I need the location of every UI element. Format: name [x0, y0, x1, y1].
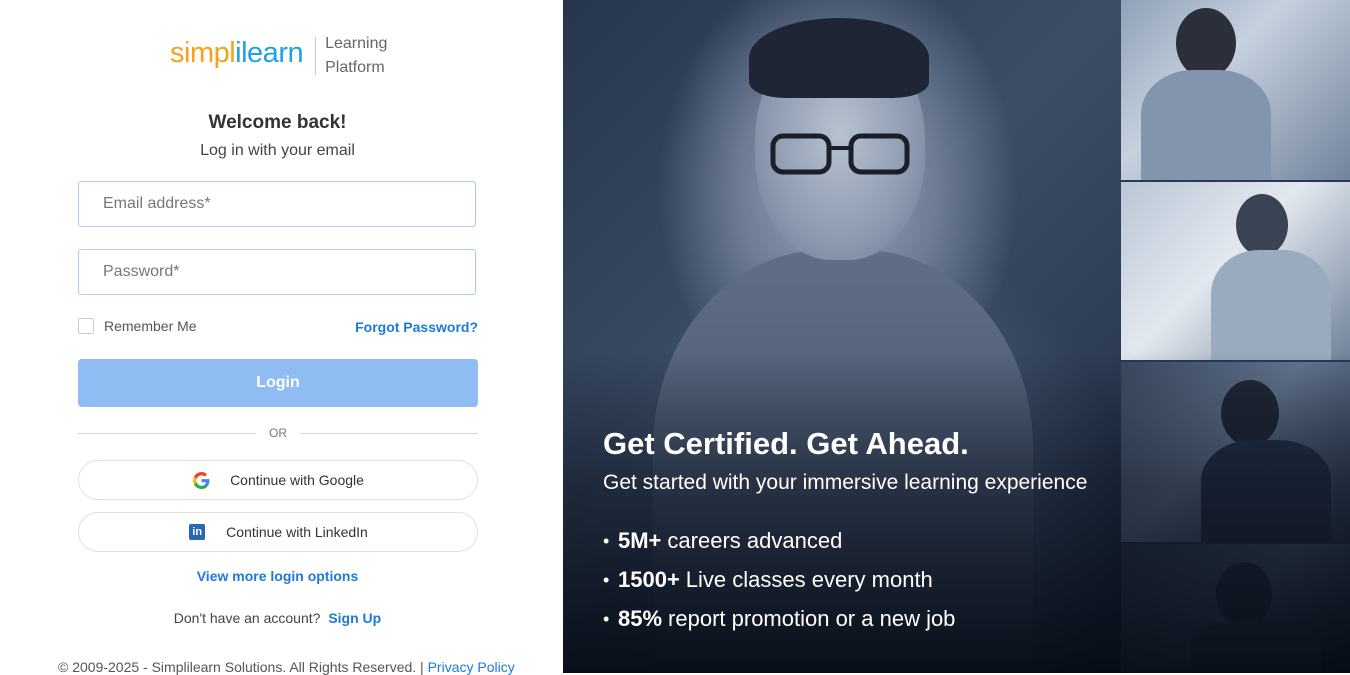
linkedin-icon: in — [188, 523, 206, 541]
sign-up-link[interactable]: Sign Up — [328, 610, 381, 626]
remember-me[interactable]: Remember Me — [78, 318, 197, 334]
stat-text: Live classes every month — [685, 567, 933, 592]
logo-divider — [315, 37, 317, 75]
remember-me-label: Remember Me — [104, 318, 197, 334]
stat-value: 85% — [618, 606, 663, 631]
stat-item: • 1500+ Live classes every month — [603, 566, 955, 605]
or-divider: OR — [78, 426, 478, 442]
logo-wordmark: simplilearn — [170, 37, 304, 69]
stat-value: 5M+ — [618, 528, 662, 553]
stat-item: • 85% report promotion or a new job — [603, 605, 955, 644]
hero-title: Get Certified. Get Ahead. — [603, 426, 969, 461]
hero-subtitle: Get started with your immersive learning… — [603, 471, 1088, 494]
welcome-heading: Welcome back! — [208, 112, 347, 133]
forgot-password-link[interactable]: Forgot Password? — [355, 319, 478, 335]
view-more-login-options-link[interactable]: View more login options — [0, 568, 555, 584]
login-panel: simplilearn Learning Platform Welcome ba… — [0, 0, 563, 675]
login-button[interactable]: Login — [78, 359, 478, 407]
stat-text: report promotion or a new job — [668, 606, 956, 631]
simplilearn-logo[interactable]: simplilearn Learning Platform — [170, 34, 387, 78]
logo-subtitle: Learning Platform — [325, 35, 388, 76]
hero-stats-list: • 5M+ careers advanced • 1500+ Live clas… — [603, 527, 955, 644]
remember-me-checkbox[interactable] — [78, 318, 94, 334]
continue-with-linkedin-button[interactable]: in Continue with LinkedIn — [78, 512, 478, 552]
stat-item: • 5M+ careers advanced — [603, 527, 955, 566]
bullet-icon: • — [603, 609, 610, 629]
email-field[interactable] — [78, 181, 476, 227]
password-field[interactable] — [78, 249, 476, 295]
google-button-label: Continue with Google — [230, 472, 364, 488]
stat-value: 1500+ — [618, 567, 680, 592]
no-account-text: Don't have an account? — [173, 610, 321, 626]
login-subtitle: Log in with your email — [200, 142, 355, 159]
divider-line-right — [300, 433, 478, 434]
bullet-icon: • — [603, 570, 610, 590]
linkedin-button-label: Continue with LinkedIn — [226, 524, 368, 540]
stat-text: careers advanced — [667, 528, 843, 553]
google-g-icon — [192, 471, 210, 489]
signup-prompt: Don't have an account? Sign Up — [0, 610, 555, 626]
continue-with-google-button[interactable]: Continue with Google — [78, 460, 478, 500]
hero-banner: Get Certified. Get Ahead. Get started wi… — [563, 0, 1350, 673]
bullet-icon: • — [603, 531, 610, 551]
